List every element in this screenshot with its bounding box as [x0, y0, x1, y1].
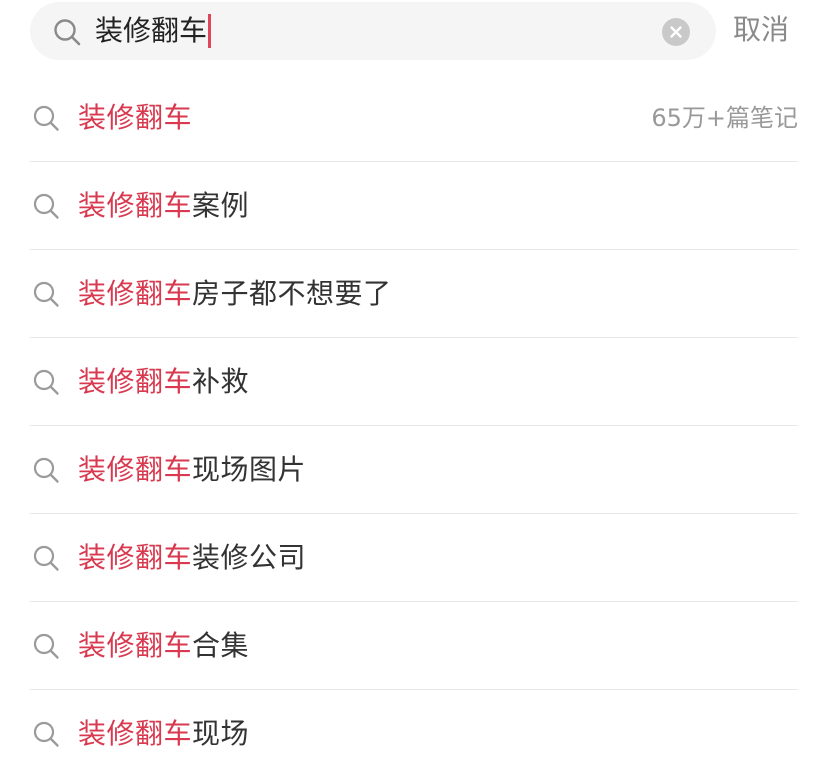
search-input[interactable]: 装修翻车 [95, 10, 212, 52]
suggestion-rest: 合集 [192, 629, 250, 662]
search-icon [32, 720, 60, 748]
suggestion-highlight: 装修翻车 [78, 453, 193, 486]
suggestion-rest: 现场图片 [192, 453, 307, 486]
suggestion-item[interactable]: 装修翻车合集 [30, 602, 798, 690]
text-caret [208, 14, 212, 48]
suggestion-text: 装修翻车案例 [78, 184, 249, 228]
search-bar[interactable]: 装修翻车 [30, 2, 716, 60]
search-icon [32, 104, 60, 132]
suggestion-rest: 案例 [192, 189, 250, 222]
suggestion-highlight: 装修翻车 [78, 541, 193, 574]
search-icon [32, 368, 60, 396]
suggestion-text: 装修翻车房子都不想要了 [78, 272, 392, 316]
search-query-text: 装修翻车 [95, 14, 208, 47]
suggestion-item[interactable]: 装修翻车案例 [30, 162, 798, 250]
clear-icon[interactable] [662, 18, 690, 46]
suggestion-item[interactable]: 装修翻车现场 [30, 690, 798, 767]
search-icon [32, 280, 60, 308]
search-icon [52, 17, 82, 47]
suggestion-text: 装修翻车补救 [78, 360, 249, 404]
suggestion-list: 装修翻车 65万+篇笔记 装修翻车案例 装修翻车房子都不想要了 装修翻车补救 装… [30, 74, 798, 767]
suggestion-item[interactable]: 装修翻车现场图片 [30, 426, 798, 514]
suggestion-text: 装修翻车现场 [78, 712, 249, 756]
search-icon [32, 632, 60, 660]
suggestion-highlight: 装修翻车 [78, 277, 193, 310]
note-count: 65万+篇笔记 [651, 104, 798, 132]
suggestion-highlight: 装修翻车 [78, 189, 193, 222]
suggestion-highlight: 装修翻车 [78, 629, 193, 662]
suggestion-highlight: 装修翻车 [78, 365, 193, 398]
suggestion-item[interactable]: 装修翻车补救 [30, 338, 798, 426]
suggestion-text: 装修翻车现场图片 [78, 448, 306, 492]
suggestion-highlight: 装修翻车 [78, 101, 193, 134]
suggestion-rest: 装修公司 [192, 541, 307, 574]
suggestion-rest: 补救 [192, 365, 250, 398]
suggestion-rest: 房子都不想要了 [192, 277, 392, 310]
suggestion-rest: 现场 [192, 717, 250, 750]
suggestion-item[interactable]: 装修翻车装修公司 [30, 514, 798, 602]
suggestion-text: 装修翻车合集 [78, 624, 249, 668]
search-icon [32, 456, 60, 484]
search-icon [32, 544, 60, 572]
suggestion-item[interactable]: 装修翻车房子都不想要了 [30, 250, 798, 338]
suggestion-text: 装修翻车装修公司 [78, 536, 306, 580]
suggestion-item[interactable]: 装修翻车 65万+篇笔记 [30, 74, 798, 162]
search-suggestion-page: 装修翻车 取消 装修翻车 65万+篇笔记 装修翻车案例 装修翻车房子都不想要了 … [0, 0, 828, 767]
suggestion-text: 装修翻车 [78, 96, 192, 140]
search-icon [32, 192, 60, 220]
suggestion-highlight: 装修翻车 [78, 717, 193, 750]
cancel-button[interactable]: 取消 [733, 8, 789, 52]
